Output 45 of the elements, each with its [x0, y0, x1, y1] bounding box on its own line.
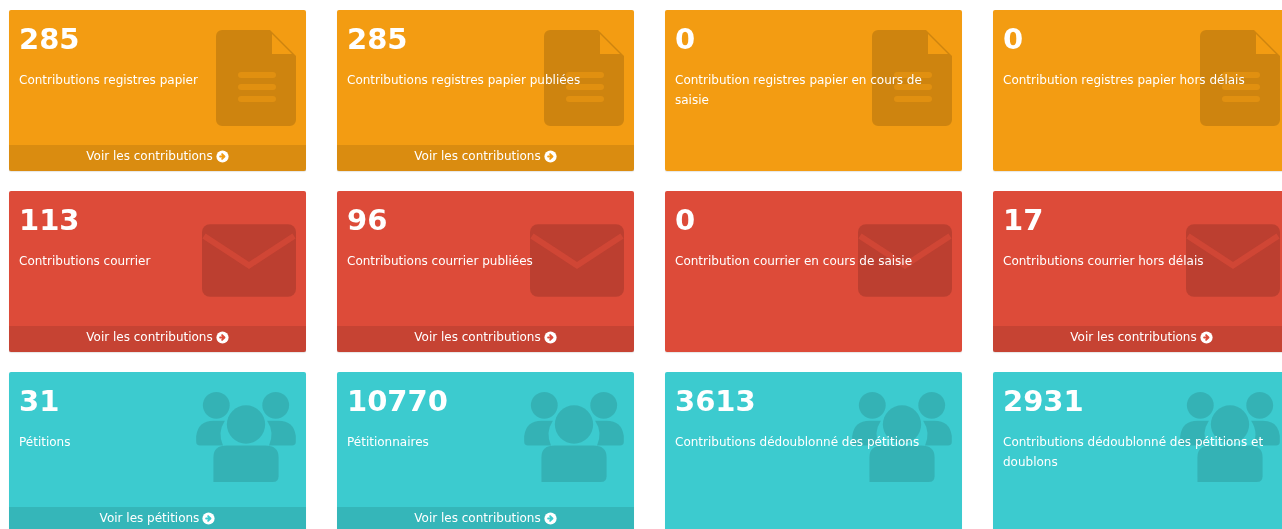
envelope-icon — [202, 224, 296, 297]
stat-label: Contributions dédoublonné des pétitions et doublons — [1003, 433, 1265, 471]
card-footer-link[interactable]: Voir les contributions — [9, 326, 306, 352]
stat-label: Contribution registres papier en cours de saisie — [675, 71, 923, 109]
envelope-icon — [858, 224, 952, 297]
stat-label: Contribution registres papier hors délais — [1003, 71, 1246, 89]
stat-label: Contribution courrier en cours de saisie — [675, 252, 914, 270]
card-footer-link[interactable]: Voir les contributions — [337, 145, 634, 171]
stat-value: 2931 — [1003, 386, 1085, 418]
stat-value: 285 — [19, 24, 81, 56]
stat-value: 10770 — [347, 386, 449, 418]
stat-label: Pétitionnaires — [347, 433, 430, 451]
card-footer-link[interactable]: Voir les contributions — [993, 326, 1282, 352]
document-icon — [872, 30, 952, 126]
envelope-icon — [530, 224, 624, 297]
arrow-circle-icon — [543, 330, 557, 344]
card-footer-link[interactable]: Voir les contributions — [337, 326, 634, 352]
users-icon — [196, 390, 296, 482]
stat-value: 0 — [675, 24, 697, 56]
stat-label: Contributions courrier hors délais — [1003, 252, 1205, 270]
stat-label: Contributions dédoublonné des pétitions — [675, 433, 921, 451]
stat-value: 31 — [19, 386, 61, 418]
stat-value: 113 — [19, 205, 81, 237]
card-footer-link[interactable]: Voir les contributions — [9, 145, 306, 171]
stat-label: Contributions courrier publiées — [347, 252, 534, 270]
stat-value: 3613 — [675, 386, 757, 418]
card-footer-link[interactable]: Voir les pétitions — [9, 507, 306, 529]
stat-label: Contributions courrier — [19, 252, 152, 270]
arrow-circle-icon — [202, 511, 216, 525]
arrow-circle-icon — [215, 149, 229, 163]
card-footer-link[interactable]: Voir les contributions — [337, 507, 634, 529]
stat-label: Pétitions — [19, 433, 72, 451]
stat-value: 17 — [1003, 205, 1045, 237]
stat-label: Contributions registres papier publiées — [347, 71, 582, 89]
arrow-circle-icon — [543, 511, 557, 525]
arrow-circle-icon — [543, 149, 557, 163]
stat-value: 0 — [675, 205, 697, 237]
stat-value: 96 — [347, 205, 389, 237]
stat-value: 0 — [1003, 24, 1025, 56]
arrow-circle-icon — [215, 330, 229, 344]
users-icon — [524, 390, 624, 482]
stat-value: 285 — [347, 24, 409, 56]
arrow-circle-icon — [1199, 330, 1213, 344]
document-icon — [216, 30, 296, 126]
stat-label: Contributions registres papier — [19, 71, 199, 89]
